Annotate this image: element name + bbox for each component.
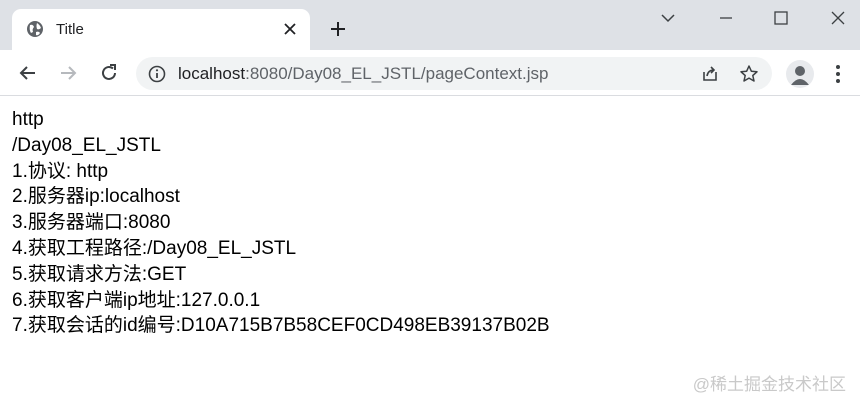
minimize-icon[interactable] bbox=[714, 6, 738, 30]
url-text[interactable]: localhost:8080/Day08_EL_JSTL/pageContext… bbox=[178, 64, 548, 84]
tab-strip: Title bbox=[0, 0, 860, 50]
more-menu-icon[interactable] bbox=[828, 62, 848, 86]
person-icon bbox=[791, 66, 809, 85]
chevron-down-icon[interactable] bbox=[656, 6, 680, 30]
url-host: localhost bbox=[178, 64, 246, 83]
site-info-icon[interactable] bbox=[148, 65, 166, 83]
share-icon[interactable] bbox=[700, 64, 720, 84]
profile-avatar[interactable] bbox=[786, 60, 814, 88]
content-line: 5.获取请求方法:GET bbox=[12, 263, 187, 285]
browser-tab[interactable]: Title bbox=[12, 9, 310, 50]
bookmark-star-icon[interactable] bbox=[739, 64, 759, 84]
back-arrow-icon[interactable] bbox=[16, 61, 40, 85]
close-icon[interactable] bbox=[826, 6, 850, 30]
globe-icon bbox=[27, 21, 43, 37]
tab-close-icon[interactable] bbox=[281, 20, 299, 38]
tab-title: Title bbox=[56, 21, 84, 38]
watermark: @稀土掘金技术社区 bbox=[692, 375, 846, 394]
browser-toolbar: localhost:8080/Day08_EL_JSTL/pageContext… bbox=[0, 50, 860, 96]
address-bar[interactable]: localhost:8080/Day08_EL_JSTL/pageContext… bbox=[136, 57, 772, 90]
maximize-icon[interactable] bbox=[769, 6, 793, 30]
forward-arrow-icon[interactable] bbox=[56, 61, 80, 85]
content-line: 7.获取会话的id编号:D10A715B7B58CEF0CD498EB39137… bbox=[12, 315, 550, 337]
new-tab-icon[interactable] bbox=[326, 17, 350, 41]
content-line: 2.服务器ip:localhost bbox=[12, 186, 180, 208]
url-path: :8080/Day08_EL_JSTL/pageContext.jsp bbox=[245, 64, 549, 83]
content-line: 3.服务器端口:8080 bbox=[12, 212, 171, 234]
reload-icon[interactable] bbox=[97, 61, 121, 85]
content-line: 6.获取客户端ip地址:127.0.0.1 bbox=[12, 289, 261, 311]
content-line: /Day08_EL_JSTL bbox=[12, 134, 161, 156]
content-line: 1.协议: http bbox=[12, 160, 109, 182]
page-content: http /Day08_EL_JSTL 1.协议: http 2.服务器ip:l… bbox=[12, 107, 550, 339]
content-line: 4.获取工程路径:/Day08_EL_JSTL bbox=[12, 237, 297, 259]
content-line: http bbox=[12, 109, 44, 130]
